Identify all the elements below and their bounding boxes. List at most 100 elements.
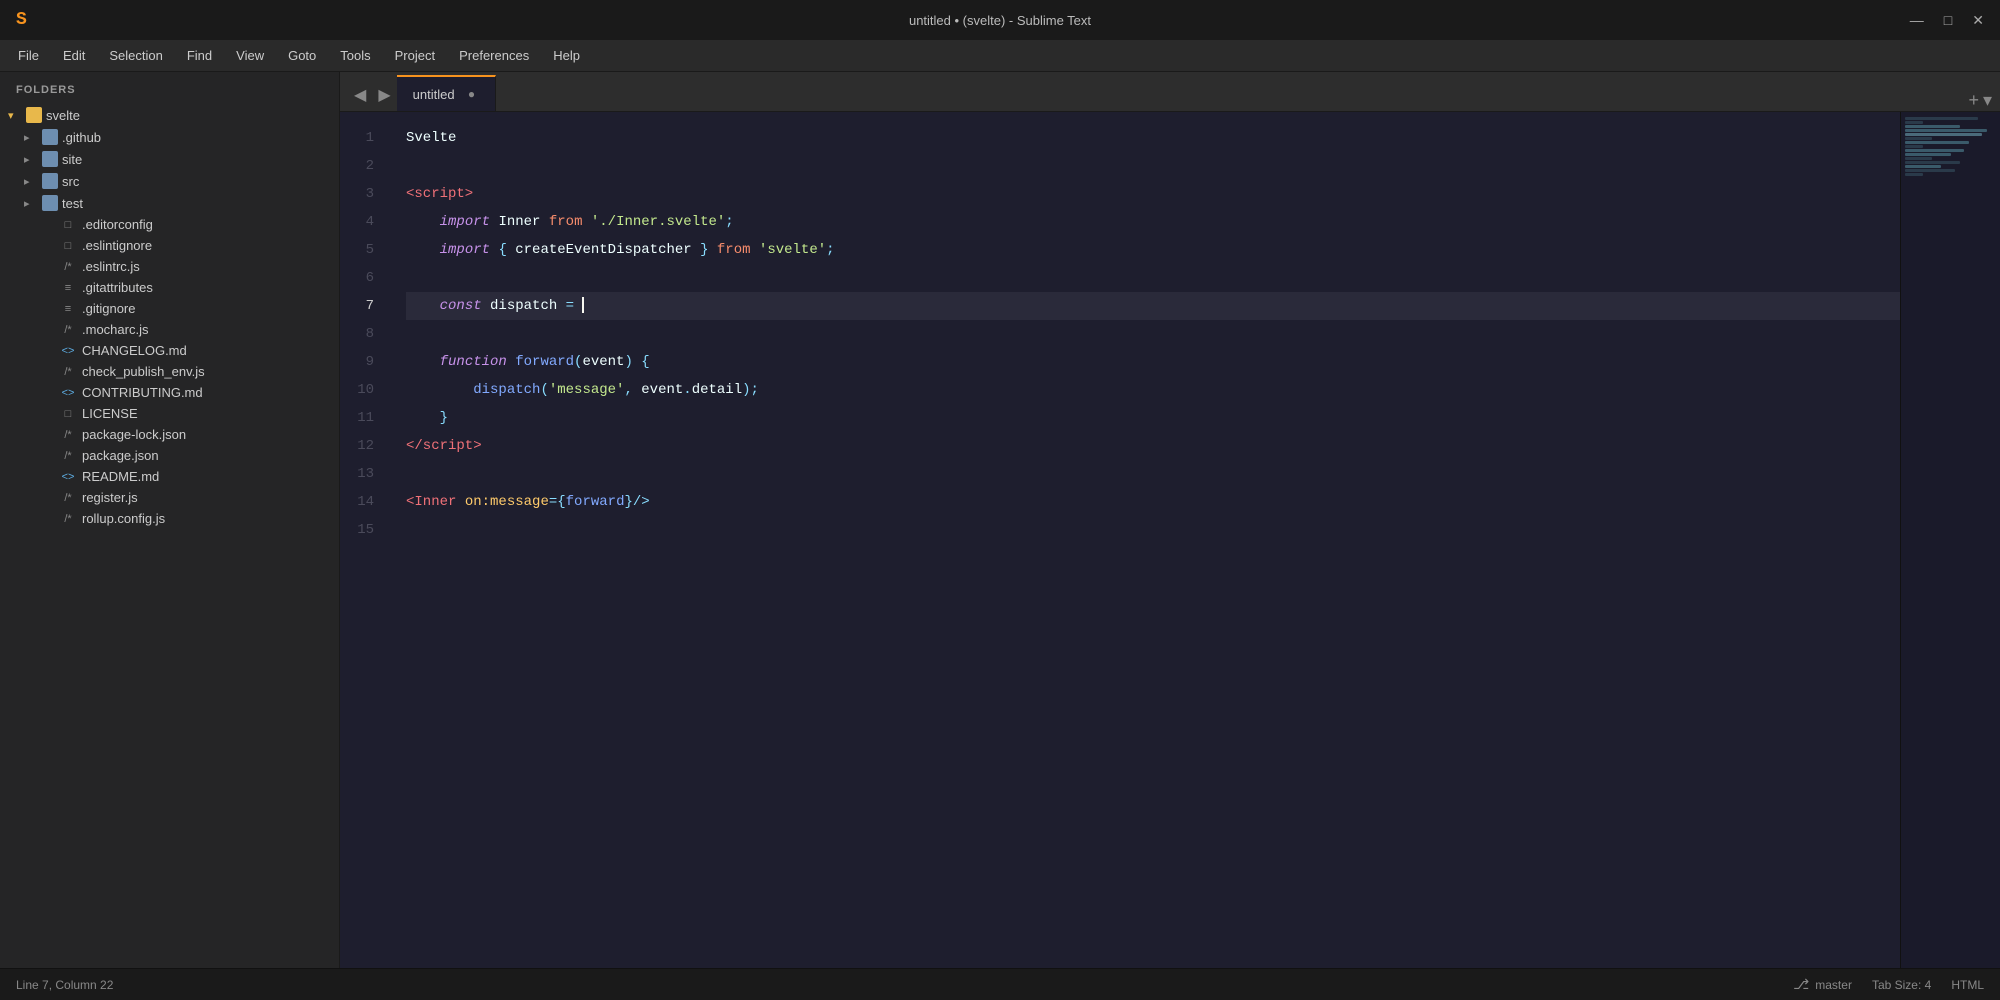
cursor-position[interactable]: Line 7, Column 22: [16, 978, 113, 992]
line-number-14: 14: [340, 488, 374, 516]
line-number-11: 11: [340, 404, 374, 432]
editor-tab-untitled[interactable]: untitled ●: [397, 75, 496, 111]
folder-icon: [26, 107, 42, 123]
code-line-4: import Inner from './Inner.svelte';: [406, 208, 1900, 236]
sidebar-item-changelog-md[interactable]: <> CHANGELOG.md: [0, 340, 339, 361]
status-right: ⎇ master Tab Size: 4 HTML: [1793, 976, 1984, 993]
sidebar-item-package-json[interactable]: /*package.json: [0, 445, 339, 466]
sidebar-tree: ▾svelte ▸ .github ▸ site ▸ src ▸test□.editorcon…: [0, 104, 339, 529]
code-editor[interactable]: 123456789101112131415 Svelte<script> imp…: [340, 112, 1900, 968]
folder-arrow-icon: ▸: [24, 153, 38, 166]
folder-arrow-icon: ▸: [24, 197, 38, 210]
sidebar-item-site[interactable]: ▸ site: [0, 148, 339, 170]
code-line-9: function forward(event) {: [406, 348, 1900, 376]
tab-close-button[interactable]: ●: [465, 87, 479, 101]
line-numbers: 123456789101112131415: [340, 112, 390, 968]
line-number-3: 3: [340, 180, 374, 208]
minimap: [1900, 112, 2000, 968]
sidebar-item-rollup-config-js[interactable]: /*rollup.config.js: [0, 508, 339, 529]
sidebar-item-label: src: [62, 174, 79, 189]
sidebar-item--gitattributes[interactable]: ≡ .gitattributes: [0, 277, 339, 298]
file-js-icon: /*: [58, 513, 78, 525]
menubar: FileEditSelectionFindViewGotoToolsProjec…: [0, 40, 2000, 72]
syntax-label[interactable]: HTML: [1951, 976, 1984, 993]
git-branch[interactable]: ⎇ master: [1793, 976, 1852, 993]
file-js-icon: /*: [58, 261, 78, 273]
folder-arrow-icon: ▸: [24, 175, 38, 188]
sidebar-item-register-js[interactable]: /*register.js: [0, 487, 339, 508]
sidebar-item-check-publish-env-js[interactable]: /*check_publish_env.js: [0, 361, 339, 382]
menu-item-project[interactable]: Project: [385, 44, 445, 67]
sidebar-item-label: .gitignore: [82, 301, 135, 316]
file-js-icon: /*: [58, 429, 78, 441]
sidebar-item-label: check_publish_env.js: [82, 364, 205, 379]
menu-item-goto[interactable]: Goto: [278, 44, 326, 67]
file-attr-icon: ≡: [58, 282, 78, 294]
menu-item-selection[interactable]: Selection: [99, 44, 172, 67]
sidebar-item-readme-md[interactable]: <>README.md: [0, 466, 339, 487]
code-content[interactable]: Svelte<script> import Inner from './Inne…: [390, 112, 1900, 968]
menu-item-help[interactable]: Help: [543, 44, 590, 67]
window-controls: — □ ✕: [1910, 12, 1984, 29]
line-number-5: 5: [340, 236, 374, 264]
file-icon: □: [58, 219, 78, 231]
file-js-icon: /*: [58, 324, 78, 336]
file-icon: □: [58, 240, 78, 252]
branch-icon: ⎇: [1793, 976, 1809, 993]
sidebar-item-label: package-lock.json: [82, 427, 186, 442]
file-md-icon: <>: [58, 345, 78, 357]
line-number-4: 4: [340, 208, 374, 236]
sidebar-item--eslintignore[interactable]: □ .eslintignore: [0, 235, 339, 256]
sidebar-item-src[interactable]: ▸ src: [0, 170, 339, 192]
menu-item-find[interactable]: Find: [177, 44, 222, 67]
sidebar-item-svelte[interactable]: ▾svelte: [0, 104, 339, 126]
new-tab-button[interactable]: +: [1968, 90, 1979, 111]
line-number-9: 9: [340, 348, 374, 376]
sidebar-item--gitignore[interactable]: ≡.gitignore: [0, 298, 339, 319]
tab-add-area: + ▾: [1968, 90, 2000, 111]
sidebar-item-label: CHANGELOG.md: [82, 343, 187, 358]
tab-next-button[interactable]: ▶: [372, 79, 396, 111]
sidebar-item-license[interactable]: □ LICENSE: [0, 403, 339, 424]
line-number-6: 6: [340, 264, 374, 292]
sidebar-item-test[interactable]: ▸test: [0, 192, 339, 214]
code-line-1: Svelte: [406, 124, 1900, 152]
code-line-11: }: [406, 404, 1900, 432]
file-md-icon: <>: [58, 471, 78, 483]
line-number-2: 2: [340, 152, 374, 180]
menu-item-view[interactable]: View: [226, 44, 274, 67]
main-layout: FOLDERS ▾svelte▸.github▸site▸src▸test□.e…: [0, 72, 2000, 968]
line-number-13: 13: [340, 460, 374, 488]
sidebar-item-label: .github: [62, 130, 101, 145]
close-button[interactable]: ✕: [1972, 12, 1984, 29]
file-icon: □: [58, 408, 78, 420]
sidebar: FOLDERS ▾svelte▸.github▸site▸src▸test□.e…: [0, 72, 340, 968]
sidebar-item-label: LICENSE: [82, 406, 138, 421]
sidebar-item-label: .gitattributes: [82, 280, 153, 295]
sidebar-item-label: site: [62, 152, 82, 167]
tab-bar: ◀ ▶ untitled ● + ▾: [340, 72, 2000, 112]
titlebar: S untitled • (svelte) - Sublime Text — □…: [0, 0, 2000, 40]
menu-item-tools[interactable]: Tools: [330, 44, 380, 67]
sidebar-item-contributing-md[interactable]: <>CONTRIBUTING.md: [0, 382, 339, 403]
minimize-button[interactable]: —: [1910, 12, 1924, 28]
sidebar-header: FOLDERS: [0, 72, 339, 104]
sidebar-item--github[interactable]: ▸ .github: [0, 126, 339, 148]
app-icon: S: [16, 10, 27, 30]
sidebar-item-label: .eslintignore: [82, 238, 152, 253]
menu-item-preferences[interactable]: Preferences: [449, 44, 539, 67]
tab-prev-button[interactable]: ◀: [348, 79, 372, 111]
sidebar-item-package-lock-json[interactable]: /* package-lock.json: [0, 424, 339, 445]
tab-size[interactable]: Tab Size: 4: [1872, 976, 1931, 993]
code-line-10: dispatch('message', event.detail);: [406, 376, 1900, 404]
maximize-button[interactable]: □: [1944, 12, 1952, 28]
menu-item-edit[interactable]: Edit: [53, 44, 95, 67]
folder-arrow-icon: ▸: [24, 131, 38, 144]
sidebar-item--editorconfig[interactable]: □.editorconfig: [0, 214, 339, 235]
sidebar-item--eslintrc-js[interactable]: /*.eslintrc.js: [0, 256, 339, 277]
tab-list-button[interactable]: ▾: [1983, 90, 1992, 111]
code-line-14: <Inner on:message={forward}/>: [406, 488, 1900, 516]
window-title: untitled • (svelte) - Sublime Text: [909, 13, 1091, 28]
sidebar-item--mocharc-js[interactable]: /*.mocharc.js: [0, 319, 339, 340]
menu-item-file[interactable]: File: [8, 44, 49, 67]
